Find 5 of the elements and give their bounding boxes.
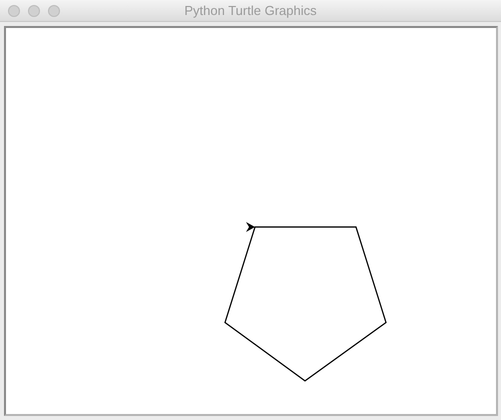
turtle-cursor-icon (246, 222, 255, 232)
window-title: Python Turtle Graphics (184, 3, 317, 18)
zoom-button[interactable] (48, 4, 60, 16)
minimize-button[interactable] (28, 4, 40, 16)
close-button[interactable] (8, 4, 20, 16)
